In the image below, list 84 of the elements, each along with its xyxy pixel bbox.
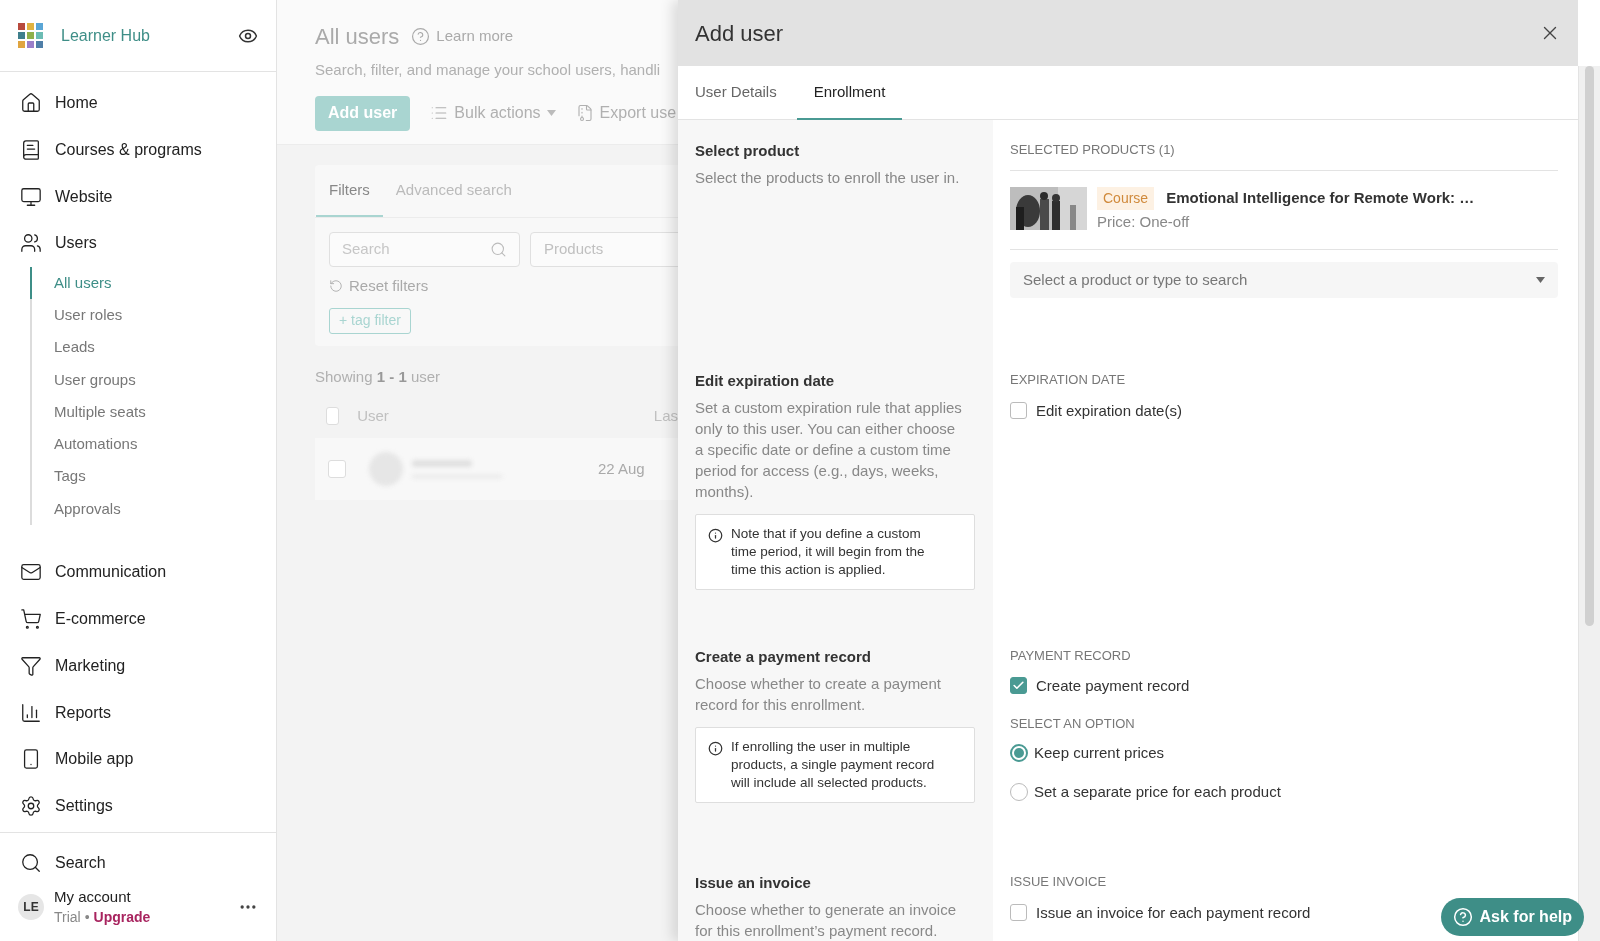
nav-item[interactable]: Mobile app xyxy=(0,735,276,783)
radio-option[interactable]: Set a separate price for each product xyxy=(1010,781,1281,804)
checkbox[interactable] xyxy=(1010,402,1027,420)
section-description: Choose whether to generate an invoice for this enrollment’s payment record. xyxy=(695,899,957,941)
section-heading: SELECT AN OPTION xyxy=(1010,715,1136,733)
reset-icon xyxy=(329,279,343,294)
nav-item[interactable]: Users xyxy=(0,220,276,267)
section-title: Issue an invoice xyxy=(695,873,812,893)
checkbox[interactable] xyxy=(1010,904,1027,922)
brand-name[interactable]: Learner Hub xyxy=(61,23,150,48)
product-price: Price: One-off xyxy=(1097,211,1191,232)
radio-option[interactable]: Keep current prices xyxy=(1010,741,1165,764)
section-heading: ISSUE INVOICE xyxy=(1010,873,1108,891)
nav-item[interactable]: Marketing xyxy=(0,642,276,690)
radio-button[interactable] xyxy=(1010,743,1028,762)
nav-subitem[interactable]: User roles xyxy=(30,299,276,332)
section-heading: PAYMENT RECORD xyxy=(1010,647,1132,665)
nav-item[interactable]: Courses & programs xyxy=(0,126,276,174)
row-checkbox[interactable] xyxy=(328,460,346,478)
ask-for-help-button[interactable]: Ask for help xyxy=(1440,898,1584,936)
note-text: Note that if you define a custom time period, it will begin from the time this action is applied. xyxy=(731,524,926,579)
nav-subitem[interactable]: Automations xyxy=(30,428,276,461)
search-icon xyxy=(20,852,42,874)
book-icon xyxy=(20,139,42,162)
search-link[interactable]: Search xyxy=(0,843,276,883)
section-title: Create a payment record xyxy=(695,647,872,667)
section-title: Select product xyxy=(695,141,801,161)
results-count: Showing 1 - 1 user xyxy=(315,366,442,387)
drawer-tab[interactable]: User Details xyxy=(695,66,794,120)
help-icon[interactable] xyxy=(411,27,431,46)
avatar[interactable]: LE xyxy=(18,894,44,920)
section-description: Set a custom expiration rule that applies only to this user. You can either choose a specific date or define a custom time period for access (e.g., days, weeks, months). xyxy=(695,397,963,502)
nav-subitem[interactable]: Approvals xyxy=(30,492,276,526)
section-heading: SELECTED PRODUCTS (1) xyxy=(1010,140,1558,171)
plan-label: Trial xyxy=(54,908,81,927)
page-title: All users xyxy=(315,23,400,51)
info-icon xyxy=(708,740,723,756)
nav-subitem[interactable]: User groups xyxy=(30,363,276,396)
scrollbar[interactable] xyxy=(1578,66,1600,941)
course-tag: Course xyxy=(1097,186,1155,210)
home-icon xyxy=(20,92,42,115)
settings-icon xyxy=(20,794,42,817)
users-icon xyxy=(20,232,42,255)
product-select[interactable]: Select a product or type to search xyxy=(1010,262,1558,298)
account-name[interactable]: My account xyxy=(54,887,151,907)
filter-tab[interactable]: Filters xyxy=(316,165,383,217)
search-icon xyxy=(489,241,507,258)
list-icon xyxy=(430,104,449,122)
checkbox-option[interactable]: Issue an invoice for each payment record xyxy=(1010,901,1311,924)
separator-dot: • xyxy=(84,908,90,927)
nav-item[interactable]: E-commerce xyxy=(0,595,276,643)
info-icon xyxy=(708,527,723,543)
nav-item[interactable]: Settings xyxy=(0,782,276,830)
nav-subitem[interactable]: Tags xyxy=(30,460,276,493)
section-title: Edit expiration date xyxy=(695,371,836,391)
help-icon xyxy=(1452,907,1473,927)
checkbox[interactable] xyxy=(1010,677,1027,695)
file-icon xyxy=(575,104,594,122)
bar-chart-icon xyxy=(20,701,42,724)
product-name: Emotional Intelligence for Remote Work: … xyxy=(1166,187,1475,208)
funnel-icon xyxy=(20,654,42,677)
nav-item[interactable]: Communication xyxy=(0,549,276,596)
upgrade-link[interactable]: Upgrade xyxy=(93,907,151,927)
drawer-title: Add user xyxy=(695,19,784,48)
nav-subitem[interactable]: Leads xyxy=(30,331,276,364)
checkbox-option[interactable]: Edit expiration date(s) xyxy=(1010,399,1182,422)
checkbox-option[interactable]: Create payment record xyxy=(1010,674,1190,697)
nav-item[interactable]: Home xyxy=(0,80,276,127)
logo-icon xyxy=(18,22,44,49)
monitor-icon xyxy=(20,185,42,208)
caret-icon xyxy=(546,110,556,116)
section-description: Choose whether to create a payment record for this enrollment. xyxy=(695,673,942,715)
note-text: If enrolling the user in multiple products, a single payment record will include all selected products. xyxy=(731,737,936,792)
nav-item[interactable]: Website xyxy=(0,173,276,221)
select-all-checkbox[interactable] xyxy=(326,407,340,425)
section-description: Select the products to enroll the user in. xyxy=(695,167,961,188)
cart-icon xyxy=(20,608,42,631)
nav-item[interactable]: Reports xyxy=(0,689,276,736)
date-cell-text: 22 Aug xyxy=(598,458,645,479)
caret-icon xyxy=(1536,277,1545,283)
page-subtitle: Search, filter, and manage your school users, handli xyxy=(315,60,662,80)
section-heading: EXPIRATION DATE xyxy=(1010,371,1127,389)
nav-subitem[interactable]: Multiple seats xyxy=(30,395,276,429)
radio-button[interactable] xyxy=(1010,783,1028,802)
